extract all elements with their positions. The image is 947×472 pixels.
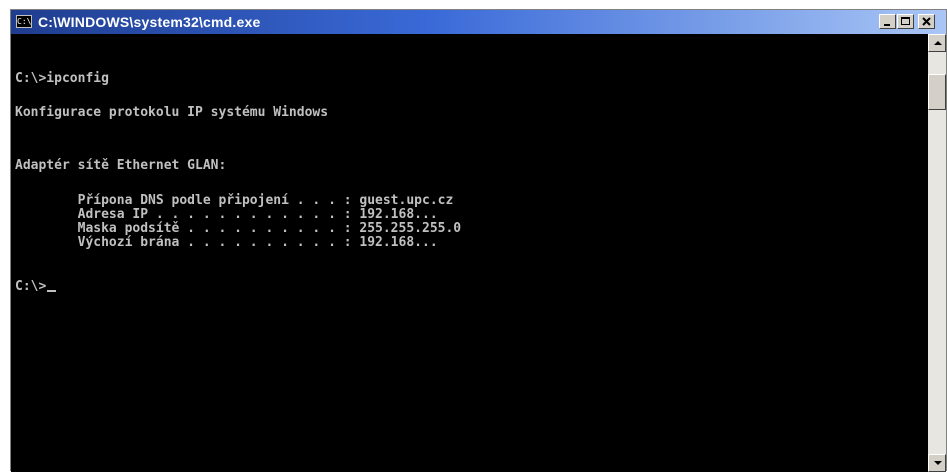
title-bar[interactable]: C:\ C:\WINDOWS\system32\cmd.exe [11,10,946,34]
console-line: Maska podsítě . . . . . . . . . . : 255.… [15,221,462,236]
scroll-up-button[interactable] [928,34,946,52]
console-output[interactable]: C:\>ipconfig Konfigurace protokolu IP sy… [11,34,928,472]
console-line: C:\>ipconfig [15,71,109,86]
scroll-down-button[interactable] [928,454,946,472]
minimize-icon [884,24,890,26]
console-line: Přípona DNS podle připojení . . . : gues… [15,193,454,208]
maximize-icon [901,17,910,25]
scroll-thumb[interactable] [928,74,946,110]
scroll-down-icon [934,461,942,465]
close-icon [922,17,931,26]
cmd-icon[interactable]: C:\ [16,15,32,28]
vertical-scrollbar[interactable] [928,34,946,472]
window-title: C:\WINDOWS\system32\cmd.exe [38,14,261,30]
command-prompt[interactable]: C:\> [15,279,57,294]
console-line: Konfigurace protokolu IP systému Windows [15,105,329,120]
console-line: Výchozí brána . . . . . . . . . . : 192.… [15,235,438,250]
maximize-button[interactable] [897,14,914,29]
console-line: Adresa IP . . . . . . . . . . . . : 192.… [15,207,438,222]
text-cursor [47,290,57,292]
console-line: Adaptér sítě Ethernet GLAN: [15,158,227,173]
close-button[interactable] [918,14,935,29]
prompt-text: C:\> [15,279,47,294]
scroll-up-icon [934,41,942,45]
cmd-window: C:\ C:\WINDOWS\system32\cmd.exe C:\>ipco… [10,9,947,472]
minimize-button[interactable] [879,14,896,29]
